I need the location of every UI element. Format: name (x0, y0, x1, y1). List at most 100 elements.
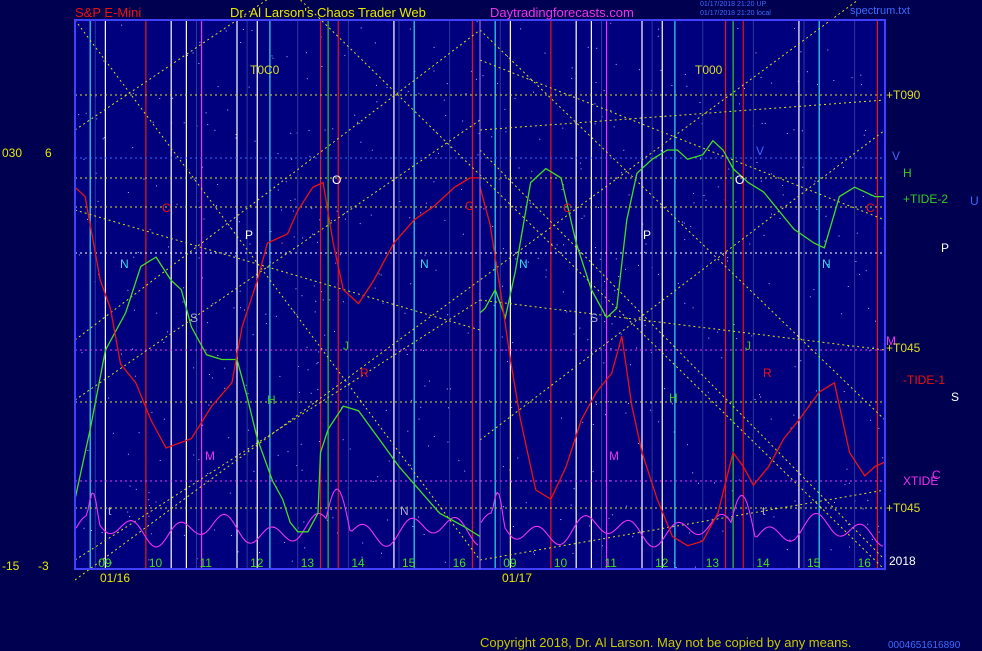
star (308, 130, 310, 131)
star (692, 307, 694, 309)
star (433, 46, 435, 48)
star (464, 470, 466, 472)
star (851, 77, 853, 79)
star (293, 236, 295, 238)
x-tick-label: 10 (554, 556, 568, 570)
star (764, 122, 766, 124)
star (607, 401, 609, 403)
star (380, 274, 382, 276)
star (217, 354, 219, 356)
star (498, 178, 500, 180)
star (159, 460, 161, 461)
star (489, 400, 490, 402)
star (235, 255, 236, 257)
star (330, 509, 332, 511)
star (108, 397, 110, 399)
star (295, 288, 297, 290)
star (708, 337, 710, 339)
site-url[interactable]: Daytradingforecasts.com (490, 5, 634, 20)
right-label: +T090 (886, 88, 921, 102)
star (684, 302, 686, 304)
star (502, 349, 504, 351)
star (425, 202, 427, 204)
star (198, 459, 200, 461)
x-tick-label: 10 (149, 556, 163, 570)
star (418, 516, 420, 518)
star (388, 460, 390, 462)
star (878, 531, 880, 533)
star (286, 56, 288, 58)
star (692, 192, 694, 194)
star (533, 91, 534, 93)
star (148, 499, 150, 501)
star (571, 67, 573, 69)
star (660, 150, 662, 152)
star (299, 391, 300, 393)
star (83, 158, 85, 160)
star (193, 454, 195, 456)
point-label: S (190, 311, 198, 325)
star (444, 561, 446, 563)
star (359, 223, 361, 225)
star (360, 27, 362, 29)
star (491, 136, 493, 138)
star (132, 348, 133, 350)
star (277, 189, 279, 191)
star (202, 424, 204, 426)
star (284, 542, 286, 543)
star (561, 188, 563, 190)
star (410, 399, 412, 401)
star (304, 547, 306, 549)
right-labels: +T090VH+TIDE-2 UPM+T045-TIDE-1SCXTIDE+T04… (886, 88, 979, 568)
star (838, 235, 840, 237)
star (794, 500, 796, 502)
star (515, 258, 517, 260)
star (560, 519, 562, 520)
star (470, 70, 472, 72)
star (690, 226, 692, 227)
star (794, 366, 796, 368)
point-label: M (205, 449, 215, 463)
star (281, 242, 283, 244)
star (445, 115, 447, 116)
star (224, 387, 226, 389)
star (859, 273, 861, 275)
star (182, 301, 184, 303)
star (809, 296, 811, 298)
star (842, 167, 844, 168)
star (85, 112, 87, 114)
star (644, 251, 645, 253)
point-label: N (822, 257, 831, 271)
star (374, 287, 376, 289)
star (433, 70, 435, 72)
star (632, 536, 634, 538)
star (628, 403, 629, 405)
star (137, 251, 139, 253)
star (78, 254, 80, 256)
star (319, 441, 320, 442)
star (514, 98, 516, 100)
star (476, 21, 478, 23)
star (214, 129, 216, 131)
star (786, 133, 788, 134)
star (786, 549, 788, 551)
star (207, 322, 209, 324)
star (193, 178, 195, 180)
star (87, 218, 88, 220)
star (96, 118, 98, 120)
star (311, 207, 313, 209)
star (502, 248, 504, 250)
star (275, 315, 277, 317)
star (150, 533, 152, 535)
star (301, 469, 303, 471)
star (771, 82, 773, 84)
star (733, 324, 735, 325)
point-label: O (332, 173, 341, 187)
star (199, 41, 201, 43)
star (756, 205, 758, 207)
x-tick-label: 13 (706, 556, 720, 570)
star (429, 380, 430, 382)
star (789, 539, 791, 541)
star (409, 217, 411, 219)
star (848, 482, 850, 484)
